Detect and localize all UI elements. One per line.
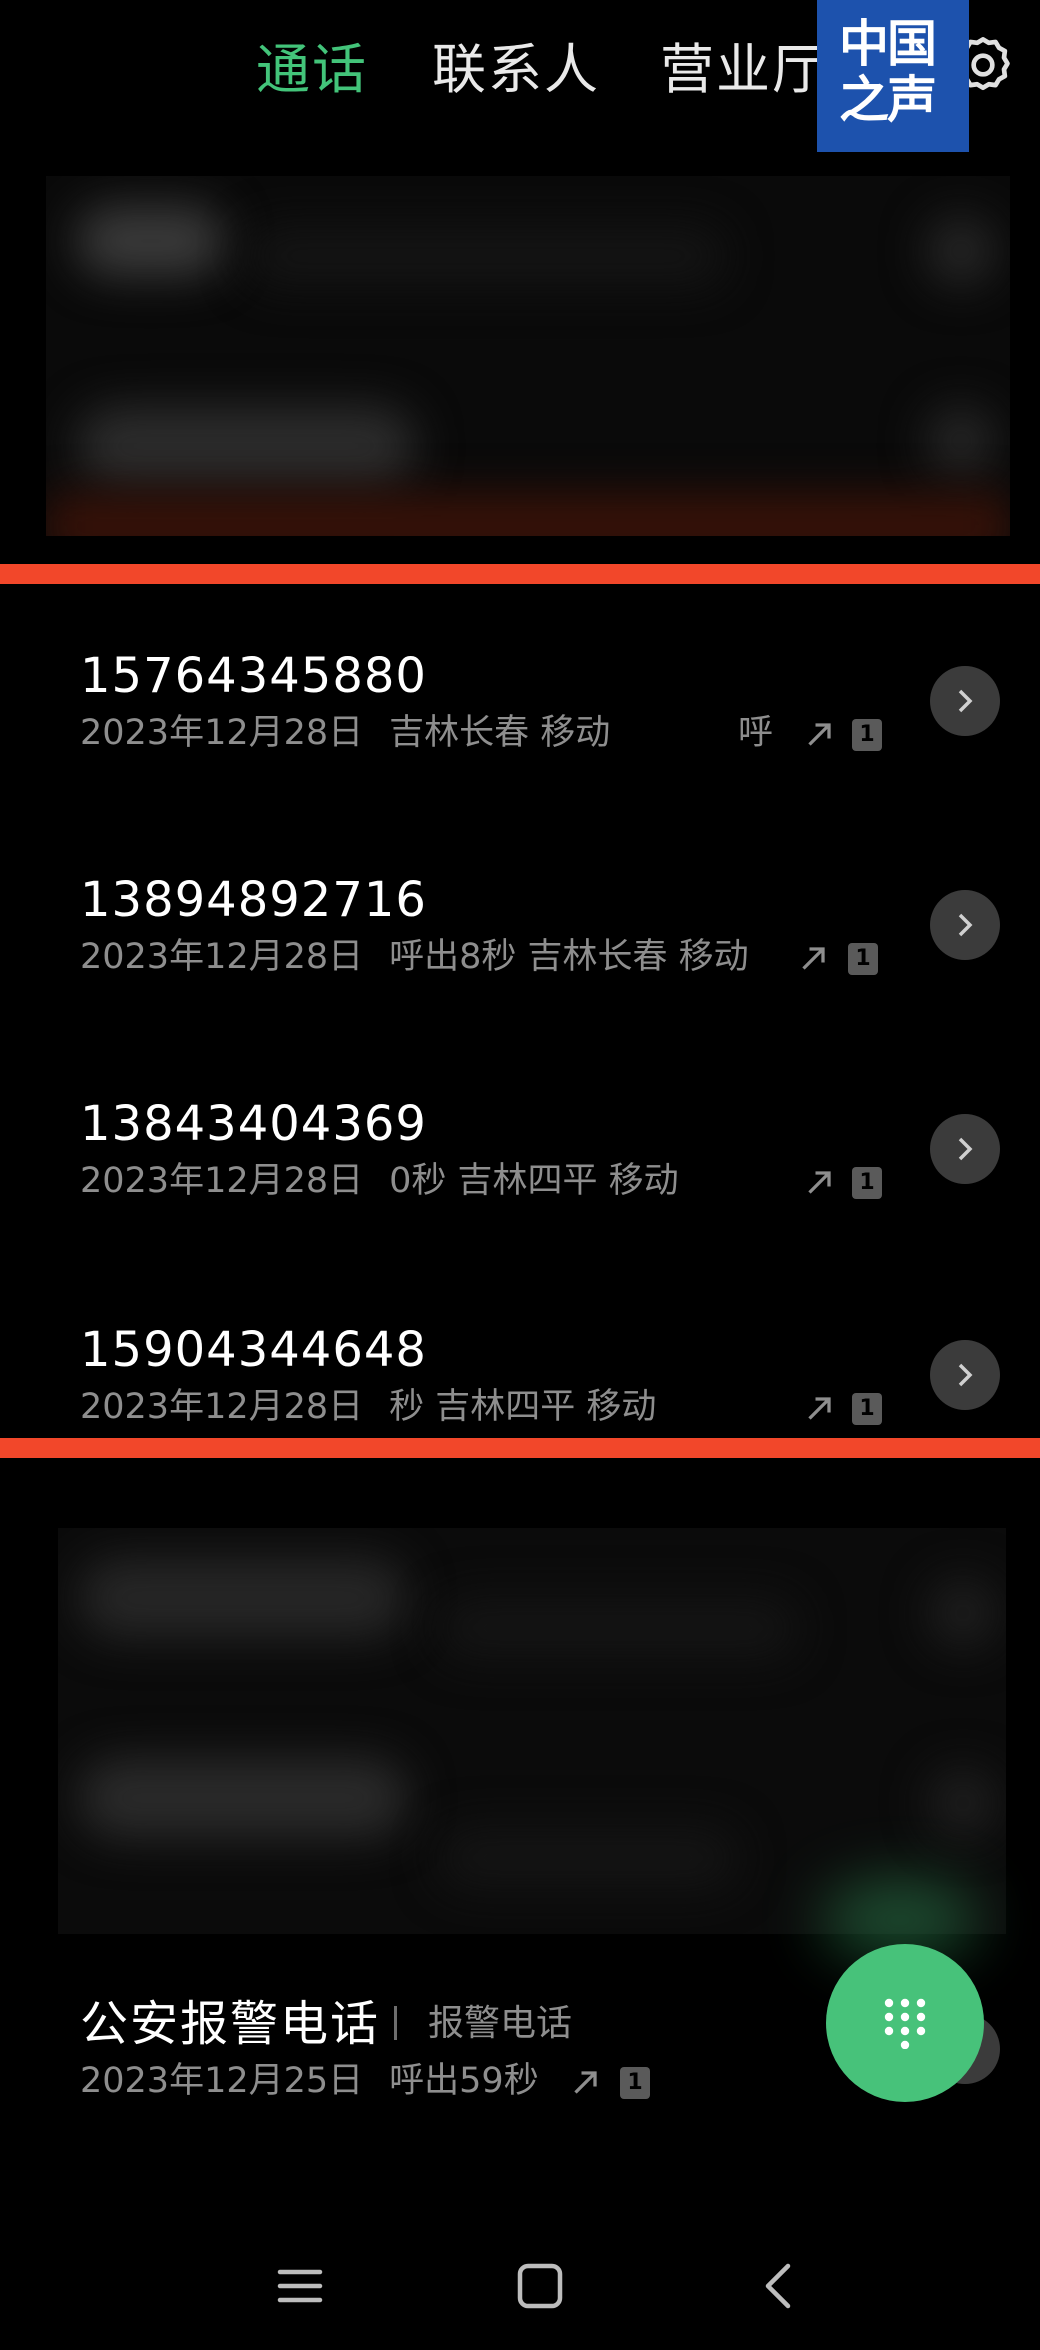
call-date: 2023年12月28日 [80,1161,364,1201]
logo-line-1: 中国 [839,15,937,73]
phone-number: 13894892716 [80,872,427,928]
call-detail: 秒 吉林四平 移动 [389,1387,657,1427]
phone-number: 13843404369 [80,1096,427,1152]
call-meta: 2023年12月28日秒 吉林四平 移动 [80,1382,682,1430]
call-detail: 呼出8秒 吉林长春 移动 [389,937,749,977]
blurred-call-card [58,1528,1006,1934]
highlight-line-top [0,564,1040,584]
call-date: 2023年12月25日 [80,2061,364,2101]
call-date: 2023年12月28日 [80,713,364,753]
tab-contacts[interactable]: 联系人 [432,30,600,110]
sim-badge: 1 [620,2067,650,2099]
call-meta: 2023年12月28日 吉林长春 移动 [80,708,636,758]
outgoing-arrow-icon [808,1397,831,1420]
chevron-right-icon [958,1137,973,1161]
outgoing-arrow-icon [802,947,825,970]
call-log-row[interactable]: 13894892716 2023年12月28日 呼出8秒 吉林长春 移动 1 [0,870,1040,1070]
menu-icon[interactable] [272,2258,328,2314]
chevron-right-icon [958,1363,973,1387]
call-meta: 2023年12月28日 0秒 吉林四平 移动 [80,1156,705,1206]
call-detail-button[interactable] [930,1340,1000,1410]
logo-line-2: 之声 [839,71,937,129]
tab-service-hall[interactable]: 营业厅 [660,30,828,110]
outgoing-arrow-icon [808,1171,831,1194]
sim-badge: 1 [852,719,882,751]
call-detail: 呼出59秒 [389,2061,539,2101]
call-detail-button[interactable] [930,890,1000,960]
home-icon[interactable] [512,2258,568,2314]
call-detail-button[interactable] [930,1114,1000,1184]
call-date: 2023年12月28日 [80,1387,364,1427]
call-log-row[interactable]: 13843404369 2023年12月28日 0秒 吉林四平 移动 1 [0,1094,1040,1294]
system-nav-bar [0,2230,1040,2340]
call-detail: 吉林长春 移动 [389,713,611,753]
sim-badge: 1 [852,1393,882,1425]
back-icon[interactable] [752,2258,808,2314]
tab-calls[interactable]: 通话 [256,30,368,110]
dialpad-button[interactable] [826,1944,984,2102]
sim-badge: 1 [852,1167,882,1199]
chevron-right-icon [958,913,973,937]
watermark-logo: 中国 之声 [817,0,969,152]
call-extra: 呼 [738,713,774,753]
call-detail: 0秒 吉林四平 移动 [389,1161,679,1201]
outgoing-arrow-icon [574,2071,597,2094]
call-log-row[interactable]: 15764345880 2023年12月28日 吉林长春 移动 呼 1 [0,646,1040,846]
outgoing-arrow-icon [808,723,831,746]
sim-badge: 1 [848,943,878,975]
phone-number: 15764345880 [80,648,427,704]
contact-tag: 报警电话 [428,2003,573,2044]
highlight-line-bottom [0,1438,1040,1458]
call-detail-button[interactable] [930,666,1000,736]
contact-name: 公安报警电话 [80,1996,381,2052]
call-meta: 2023年12月28日 呼出8秒 吉林长春 移动 [80,932,775,982]
call-log-row[interactable]: 15904344648 2023年12月28日秒 吉林四平 移动 1 [0,1320,1040,1430]
call-meta: 2023年12月25日 呼出59秒 [80,2056,565,2106]
dialpad-icon [884,1998,926,2049]
call-date: 2023年12月28日 [80,937,364,977]
chevron-right-icon [958,689,973,713]
name-separator [394,2006,397,2040]
phone-number: 15904344648 [80,1322,427,1378]
blurred-call-card [46,176,1010,536]
